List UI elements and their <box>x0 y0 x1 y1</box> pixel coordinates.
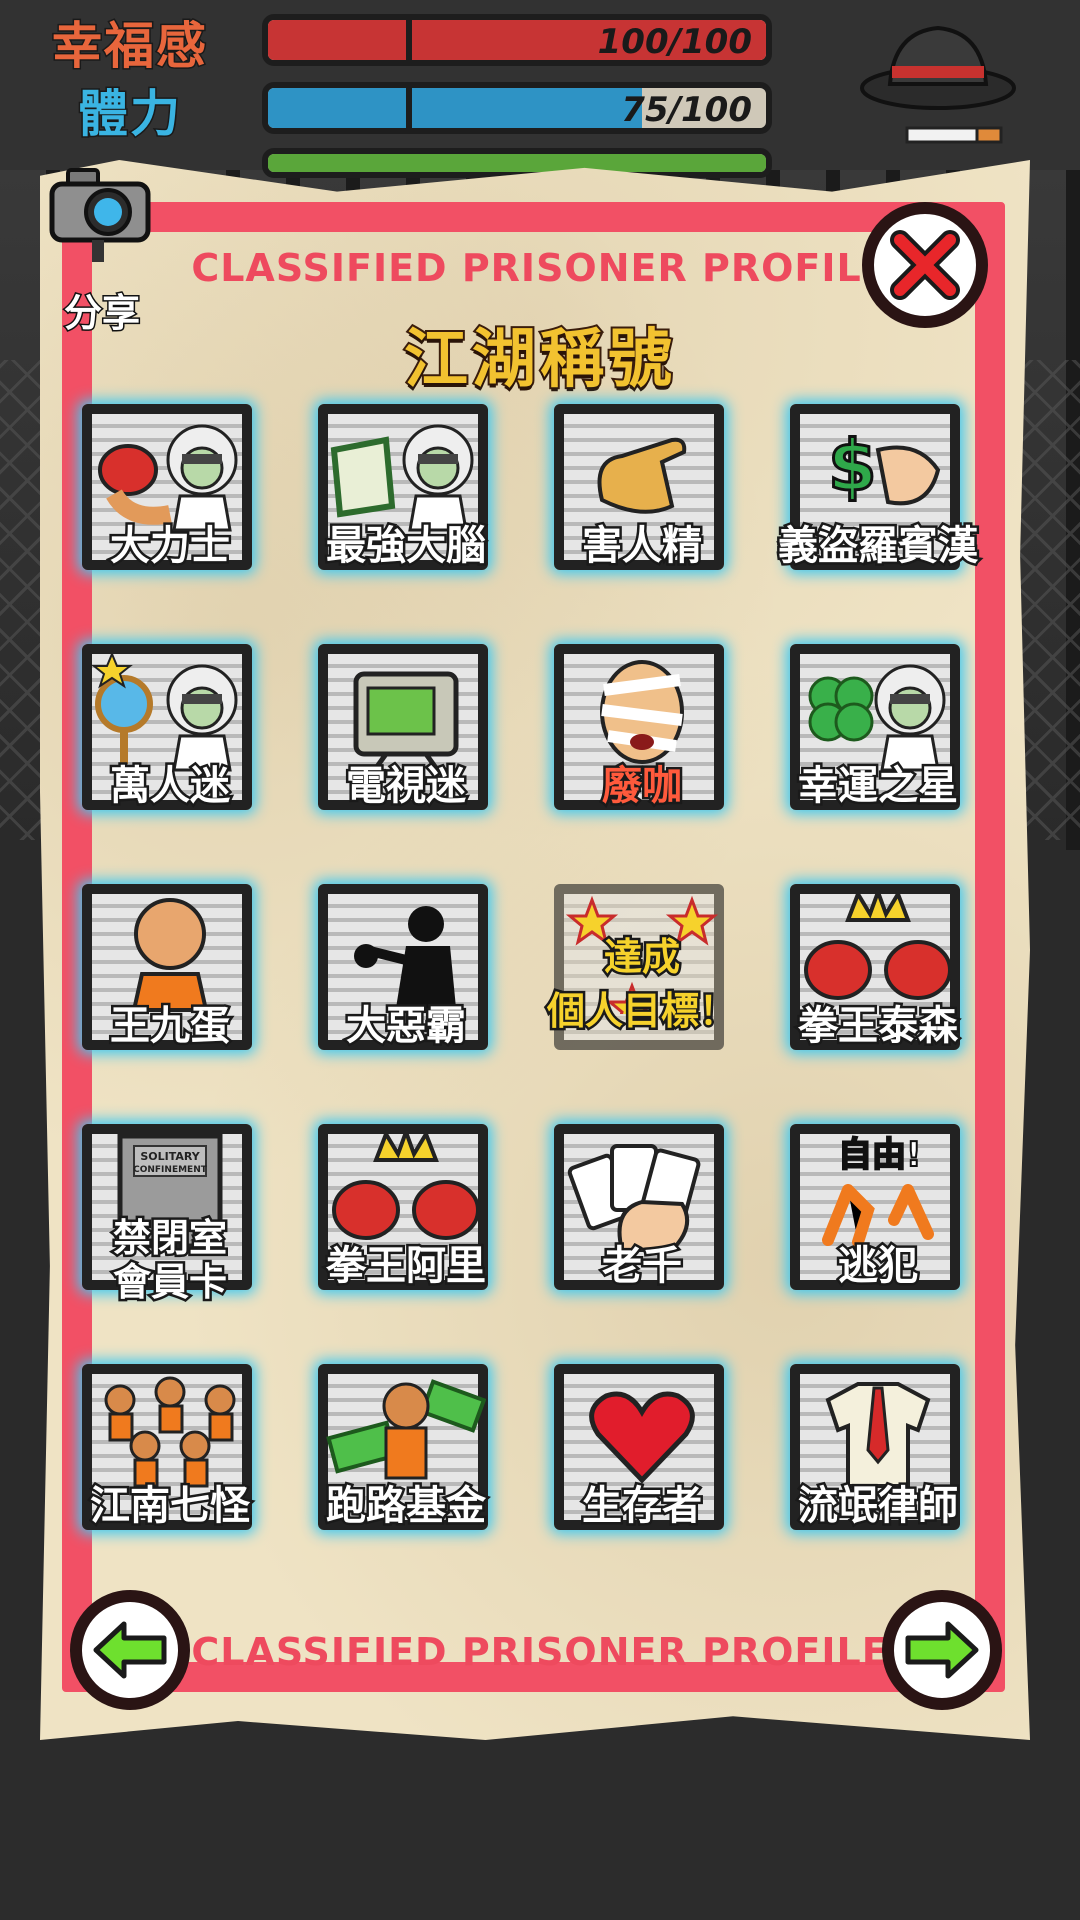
third-stat-bar <box>262 148 772 178</box>
badge-label: 逃犯 <box>836 1242 921 1291</box>
badge-label: 流氓律師 <box>796 1482 961 1531</box>
badge-tile[interactable]: 大力士 <box>70 396 270 586</box>
badge-tile[interactable]: $ 義盜羅賓漢 <box>776 396 981 586</box>
badge-label: 最強大腦 <box>324 522 489 571</box>
cash-prisoner-icon <box>326 1372 486 1492</box>
book-professor-icon <box>326 412 486 532</box>
solitary-sign-line2: CONFINEMENT <box>133 1165 208 1175</box>
badge-tile[interactable]: 拳王泰森 <box>778 876 978 1066</box>
badge-tile[interactable]: 達成 個人目標！ <box>542 876 742 1066</box>
badge-label: 生存者 <box>580 1482 705 1531</box>
prisoner-crowd-icon <box>90 1372 250 1492</box>
happiness-label: 幸福感 <box>51 16 208 77</box>
badge-label: 江南七怪 <box>88 1482 253 1531</box>
badge-tile[interactable]: 流氓律師 <box>778 1356 978 1546</box>
badge-label: 拳王泰森 <box>796 1002 961 1051</box>
svg-text:$: $ <box>828 425 877 507</box>
badge-tile[interactable]: 幸運之星 <box>778 636 978 826</box>
badge-label: 達成 個人目標！ <box>544 933 739 1036</box>
badge-tile[interactable]: 老千 <box>542 1116 742 1306</box>
pointing-hand-icon <box>562 412 722 532</box>
camera-icon[interactable] <box>48 168 152 264</box>
badge-grid: 大力士 最強大腦 害人精 $ 義盜羅賓漢萬人迷 電視迷 廢咖 幸運之星王九蛋 大惡霸 達成 個人目… <box>70 396 1000 1546</box>
badge-tile[interactable]: 廢咖 <box>542 636 742 826</box>
close-icon <box>890 230 960 300</box>
badge-tile[interactable]: 最強大腦 <box>306 396 506 586</box>
solitary-sign-line1: SOLITARY <box>140 1150 200 1163</box>
badge-label: 義盜羅賓漢 <box>776 522 981 571</box>
badge-label: 王九蛋 <box>108 1002 233 1051</box>
bar-divider <box>406 20 412 60</box>
stamina-label: 體力 <box>77 84 182 145</box>
stamina-bar: 75/100 <box>262 82 772 134</box>
bully-silhouette-icon <box>326 892 486 1012</box>
badge-label: 跑路基金 <box>324 1482 489 1531</box>
share-button-label[interactable]: 分享 <box>52 282 152 337</box>
badge-label: 害人精 <box>580 522 705 571</box>
fedora-hat-icon[interactable] <box>858 14 1018 110</box>
cigarette-icon <box>905 126 1003 144</box>
badge-label: 幸運之星 <box>796 762 961 811</box>
badge-label: 廢咖 <box>600 762 685 811</box>
badge-label: 大惡霸 <box>344 1002 469 1051</box>
shirt-tie-icon <box>798 1372 958 1492</box>
badge-tile[interactable]: SOLITARY CONFINEMENT 禁閉室 會員卡 <box>70 1116 270 1307</box>
bald-prisoner-icon <box>90 892 250 1012</box>
badge-label: 萬人迷 <box>108 762 233 811</box>
badge-tile[interactable]: 大惡霸 <box>306 876 506 1066</box>
badge-tile[interactable]: 王九蛋 <box>70 876 270 1066</box>
close-button[interactable] <box>862 202 988 328</box>
badge-label: 禁閉室 會員卡 <box>110 1214 229 1307</box>
crown-gloves-icon <box>798 890 958 1012</box>
clover-professor-icon <box>798 652 958 772</box>
running-legs-icon: 自由! <box>798 1132 958 1252</box>
badge-label: 拳王阿里 <box>324 1242 489 1291</box>
status-hud: 幸福感 100/100 體力 75/100 <box>0 0 1080 178</box>
next-page-button[interactable] <box>882 1590 1002 1710</box>
badge-tile[interactable]: 江南七怪 <box>70 1356 270 1546</box>
happiness-value: 100/100 <box>597 22 752 62</box>
boxing-glove-professor-icon <box>90 412 250 532</box>
playing-cards-icon <box>562 1132 722 1252</box>
svg-text:自由!: 自由! <box>838 1135 922 1175</box>
crown-gloves-icon <box>326 1130 486 1252</box>
badge-label: 大力士 <box>108 522 233 571</box>
tv-icon <box>326 652 486 772</box>
happiness-bar: 100/100 <box>262 14 772 66</box>
dollar-hand-icon: $ <box>798 412 958 532</box>
heart-bars-icon <box>562 1372 722 1492</box>
stamina-value: 75/100 <box>621 90 752 130</box>
badge-tile[interactable]: 生存者 <box>542 1356 742 1546</box>
badge-tile[interactable]: 電視迷 <box>306 636 506 826</box>
badge-tile[interactable]: 拳王阿里 <box>306 1116 506 1306</box>
badge-tile[interactable]: 跑路基金 <box>306 1356 506 1546</box>
bar-divider <box>406 88 412 128</box>
stamina-bar-fill <box>268 88 642 128</box>
badge-label: 老千 <box>600 1242 685 1291</box>
badge-tile[interactable]: 害人精 <box>542 396 742 586</box>
third-stat-fill <box>268 154 766 172</box>
badge-tile[interactable]: 自由! 逃犯 <box>778 1116 978 1306</box>
badge-label: 電視迷 <box>344 762 469 811</box>
badge-tile[interactable]: 萬人迷 <box>70 636 270 826</box>
bandaged-face-icon <box>562 652 722 772</box>
mirror-professor-icon <box>90 651 250 772</box>
arrow-right-icon <box>905 1621 979 1679</box>
